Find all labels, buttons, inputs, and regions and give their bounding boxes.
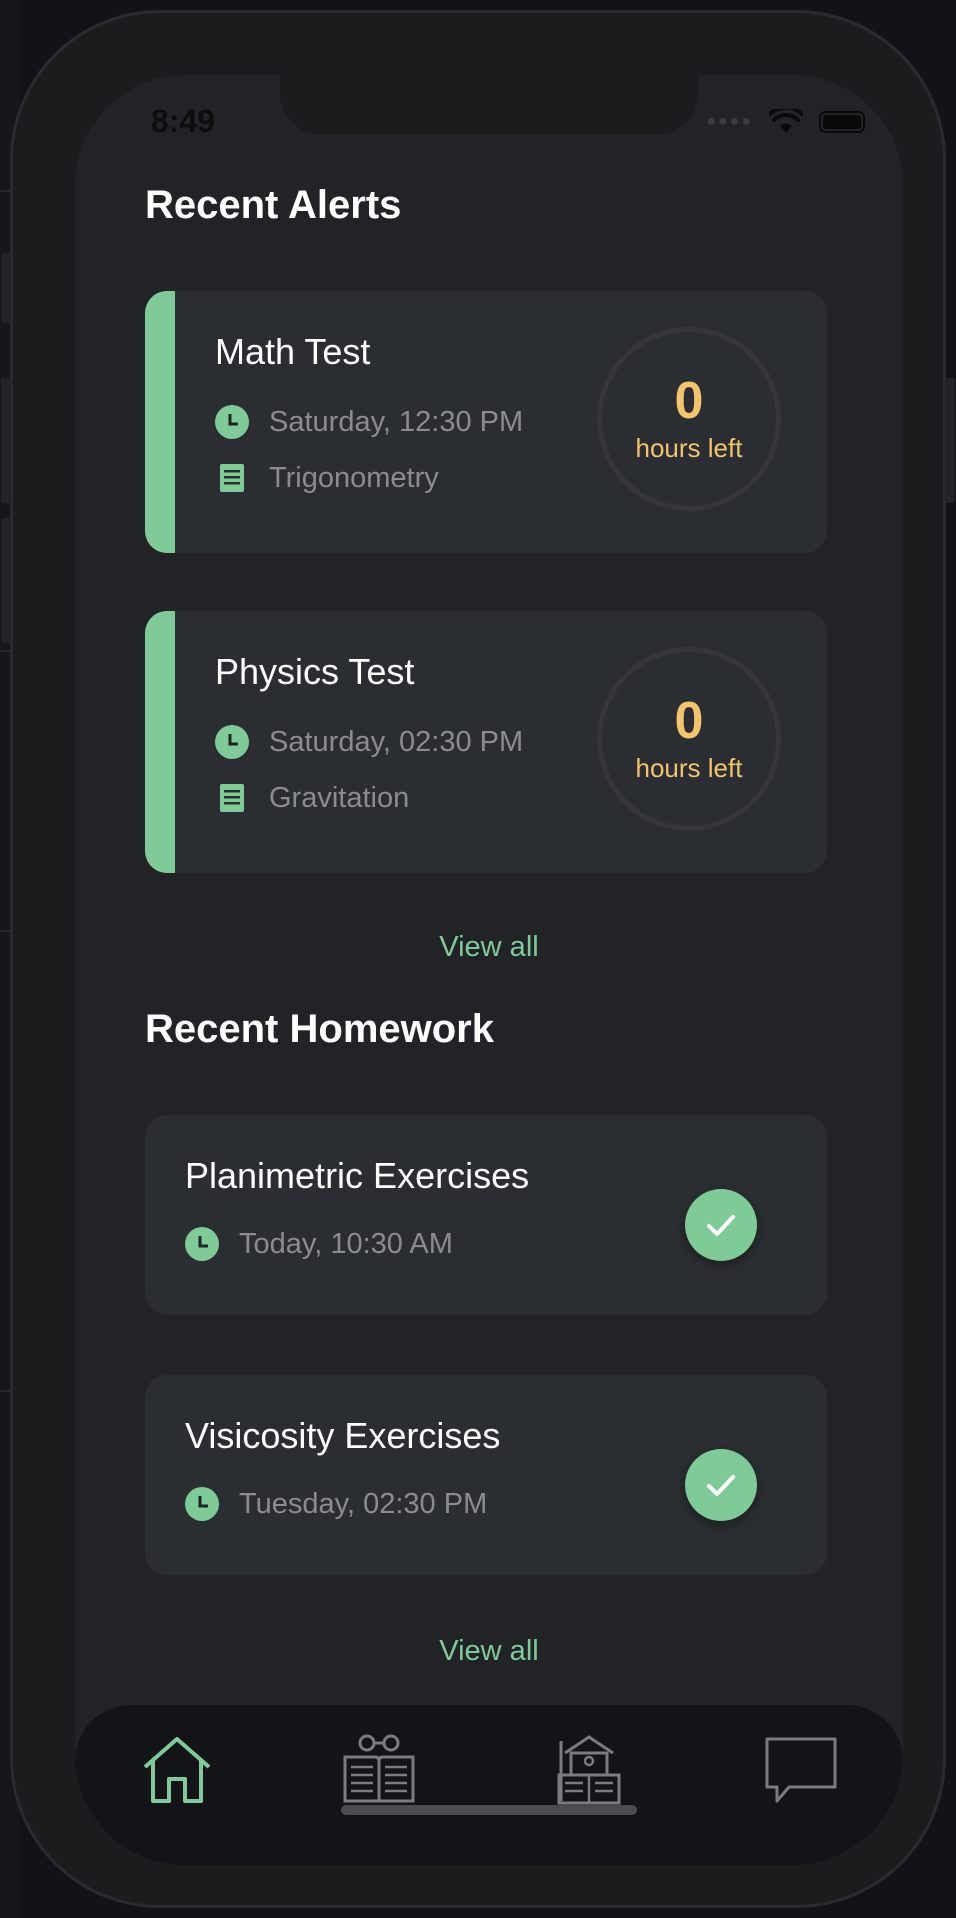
notch: [280, 75, 698, 135]
battery-icon: [819, 111, 865, 133]
alert-time-row: Saturday, 02:30 PM: [215, 725, 523, 759]
book-reader-icon[interactable]: [341, 1731, 417, 1807]
hours-left-label: hours left: [635, 752, 743, 783]
homework-title: Visicosity Exercises: [185, 1415, 501, 1456]
power-button: [945, 378, 955, 503]
hours-left-ring: 0 hours left: [597, 327, 781, 511]
document-icon: [220, 464, 244, 492]
app-screen: 8:49 ●●●● Recent Alerts Math Test Saturd…: [75, 75, 903, 1865]
homework-title: Planimetric Exercises: [185, 1155, 530, 1196]
hours-left-value: 0: [674, 371, 704, 430]
alerts-view-all-link[interactable]: View all: [75, 931, 903, 964]
phone-frame: 8:49 ●●●● Recent Alerts Math Test Saturd…: [1, 10, 955, 1908]
home-indicator: [341, 1805, 637, 1815]
alert-card-physics[interactable]: Physics Test Saturday, 02:30 PM Gravitat…: [145, 611, 827, 873]
mute-switch: [1, 253, 11, 323]
alert-title: Math Test: [215, 331, 371, 372]
alert-accent-bar: [145, 291, 175, 553]
homework-card-planimetric[interactable]: Planimetric Exercises Today, 10:30 AM: [145, 1115, 827, 1315]
school-book-icon[interactable]: [551, 1731, 627, 1807]
alert-card-math[interactable]: Math Test Saturday, 12:30 PM Trigonometr…: [145, 291, 827, 553]
clock-icon: [185, 1227, 219, 1261]
completed-check-button[interactable]: [685, 1189, 757, 1261]
homework-card-visicosity[interactable]: Visicosity Exercises Tuesday, 02:30 PM: [145, 1375, 827, 1575]
alert-topic: Trigonometry: [269, 461, 439, 494]
homework-time-row: Today, 10:30 AM: [185, 1227, 453, 1261]
signal-icon: ●●●●: [706, 113, 753, 130]
document-icon: [220, 784, 244, 812]
chat-icon[interactable]: [763, 1731, 839, 1807]
homework-time: Today, 10:30 AM: [239, 1227, 453, 1260]
volume-down-button: [1, 518, 11, 643]
clock-icon: [215, 405, 249, 439]
homework-time-row: Tuesday, 02:30 PM: [185, 1487, 487, 1521]
status-time: 8:49: [151, 103, 216, 139]
alert-time: Saturday, 02:30 PM: [269, 725, 524, 758]
alert-title: Physics Test: [215, 651, 415, 692]
status-icons: ●●●●: [706, 109, 865, 135]
home-icon[interactable]: [139, 1731, 215, 1807]
clock-icon: [215, 725, 249, 759]
hours-left-ring: 0 hours left: [597, 647, 781, 831]
hours-left-label: hours left: [635, 432, 743, 463]
alert-topic-row: Gravitation: [215, 781, 409, 815]
alerts-section-title: Recent Alerts: [145, 183, 402, 227]
alert-time-row: Saturday, 12:30 PM: [215, 405, 523, 439]
checkmark-icon: [707, 1215, 735, 1236]
alert-topic: Gravitation: [269, 781, 410, 814]
completed-check-button[interactable]: [685, 1449, 757, 1521]
hours-left-value: 0: [674, 691, 704, 750]
alert-topic-row: Trigonometry: [215, 461, 439, 495]
bottom-tab-bar: [75, 1705, 903, 1865]
homework-section-title: Recent Homework: [145, 1007, 494, 1051]
homework-time: Tuesday, 02:30 PM: [239, 1487, 488, 1520]
checkmark-icon: [707, 1475, 735, 1496]
alert-accent-bar: [145, 611, 175, 873]
homework-view-all-link[interactable]: View all: [75, 1635, 903, 1668]
clock-icon: [185, 1487, 219, 1521]
alert-time: Saturday, 12:30 PM: [269, 405, 524, 438]
volume-up-button: [1, 378, 11, 503]
wifi-icon: [769, 109, 803, 133]
